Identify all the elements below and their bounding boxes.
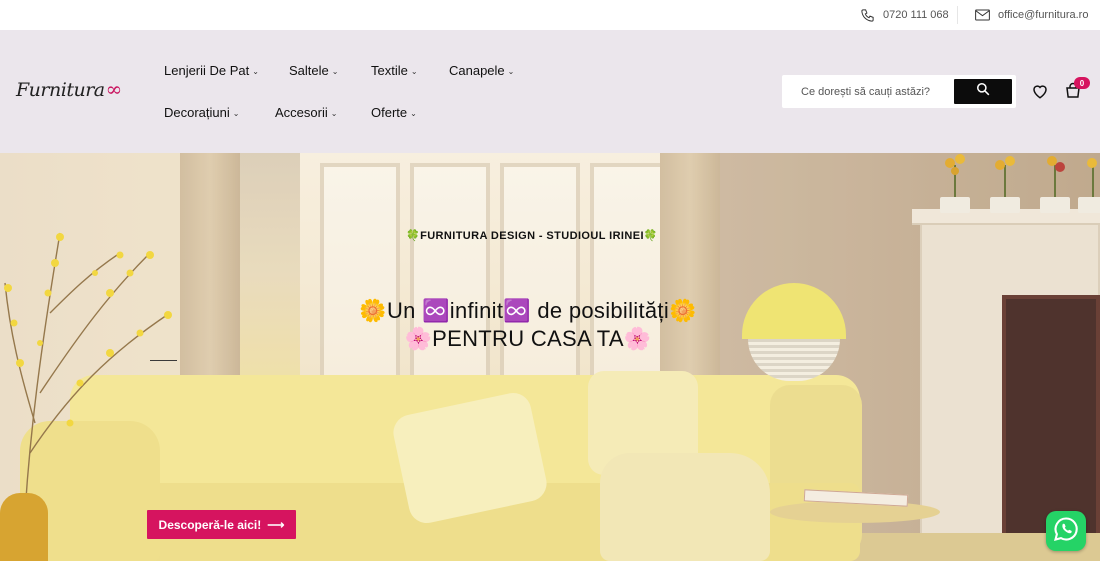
nav-label: Accesorii bbox=[275, 105, 328, 120]
heart-icon bbox=[1031, 85, 1049, 104]
logo-symbol: ∞ bbox=[105, 77, 123, 101]
logo-text: Furnitura bbox=[16, 79, 105, 101]
chevron-down-icon: ⌄ bbox=[331, 67, 339, 76]
site-logo[interactable]: Furnitura∞ bbox=[16, 77, 122, 101]
nav-label: Decorațiuni bbox=[164, 105, 230, 120]
nav-label: Textile bbox=[371, 63, 408, 78]
nav-item-lenjerii[interactable]: Lenjerii De Pat ⌄ bbox=[164, 63, 259, 78]
whatsapp-button[interactable] bbox=[1046, 511, 1086, 551]
nav-item-canapele[interactable]: Canapele ⌄ bbox=[449, 63, 514, 78]
hero-eyebrow: 🍀FURNITURA DESIGN - STUDIOUL IRINEI🍀 bbox=[405, 230, 659, 242]
nav-item-textile[interactable]: Textile ⌄ bbox=[371, 63, 418, 78]
search-icon bbox=[976, 82, 990, 101]
phone-number: 0720 111 068 bbox=[883, 9, 949, 21]
nav-item-decoratiuni[interactable]: Decorațiuni ⌄ bbox=[164, 105, 239, 120]
slider-indicator[interactable] bbox=[150, 360, 177, 361]
phone-contact[interactable]: 0720 111 068 bbox=[860, 0, 949, 30]
topbar-divider bbox=[957, 6, 958, 24]
nav-label: Lenjerii De Pat bbox=[164, 63, 250, 78]
chevron-down-icon: ⌄ bbox=[507, 67, 515, 76]
wishlist-button[interactable] bbox=[1031, 82, 1049, 105]
nav-label: Oferte bbox=[371, 105, 408, 120]
hero-banner: 🍀FURNITURA DESIGN - STUDIOUL IRINEI🍀 🌼Un… bbox=[0, 153, 1100, 561]
top-bar: 0720 111 068 office@furnitura.ro bbox=[0, 0, 1100, 30]
cart-icon bbox=[1064, 82, 1082, 104]
chevron-down-icon: ⌄ bbox=[252, 67, 259, 76]
main-nav: Lenjerii De Pat ⌄ Saltele ⌄ Textile ⌄ Canap… bbox=[164, 30, 544, 153]
phone-icon bbox=[860, 8, 875, 23]
chevron-down-icon: ⌄ bbox=[410, 109, 417, 118]
search-input[interactable] bbox=[790, 82, 950, 102]
hero-overlay bbox=[0, 153, 1100, 561]
email-address: office@furnitura.ro bbox=[998, 9, 1089, 21]
nav-item-oferte[interactable]: Oferte ⌄ bbox=[371, 105, 417, 120]
chevron-down-icon: ⌄ bbox=[330, 109, 338, 118]
search-bar bbox=[782, 75, 1016, 108]
hero-title-line1: 🌼Un ♾️infinit♾️ de posibilități🌼 bbox=[359, 298, 697, 323]
nav-item-saltele[interactable]: Saltele ⌄ bbox=[289, 63, 338, 78]
cart-count-badge: 0 bbox=[1074, 77, 1090, 89]
mail-icon bbox=[975, 9, 990, 21]
discover-button[interactable]: Descoperă-le aici! ⟶ bbox=[147, 510, 296, 539]
email-contact[interactable]: office@furnitura.ro bbox=[975, 0, 1088, 30]
nav-label: Saltele bbox=[289, 63, 329, 78]
nav-item-accesorii[interactable]: Accesorii ⌄ bbox=[275, 105, 337, 120]
nav-label: Canapele bbox=[449, 63, 505, 78]
chevron-down-icon: ⌄ bbox=[232, 109, 240, 118]
site-header: Furnitura∞ Lenjerii De Pat ⌄ Saltele ⌄ Tex… bbox=[0, 30, 1100, 153]
chevron-down-icon: ⌄ bbox=[410, 67, 418, 76]
whatsapp-icon bbox=[1052, 515, 1080, 548]
hero-title: 🌼Un ♾️infinit♾️ de posibilități🌼 🌸PENTRU… bbox=[0, 297, 1056, 353]
cta-label: Descoperă-le aici! bbox=[158, 517, 262, 532]
arrow-right-icon: ⟶ bbox=[267, 517, 285, 532]
hero-title-line2: 🌸PENTRU CASA TA🌸 bbox=[404, 326, 652, 351]
search-button[interactable] bbox=[954, 79, 1012, 104]
